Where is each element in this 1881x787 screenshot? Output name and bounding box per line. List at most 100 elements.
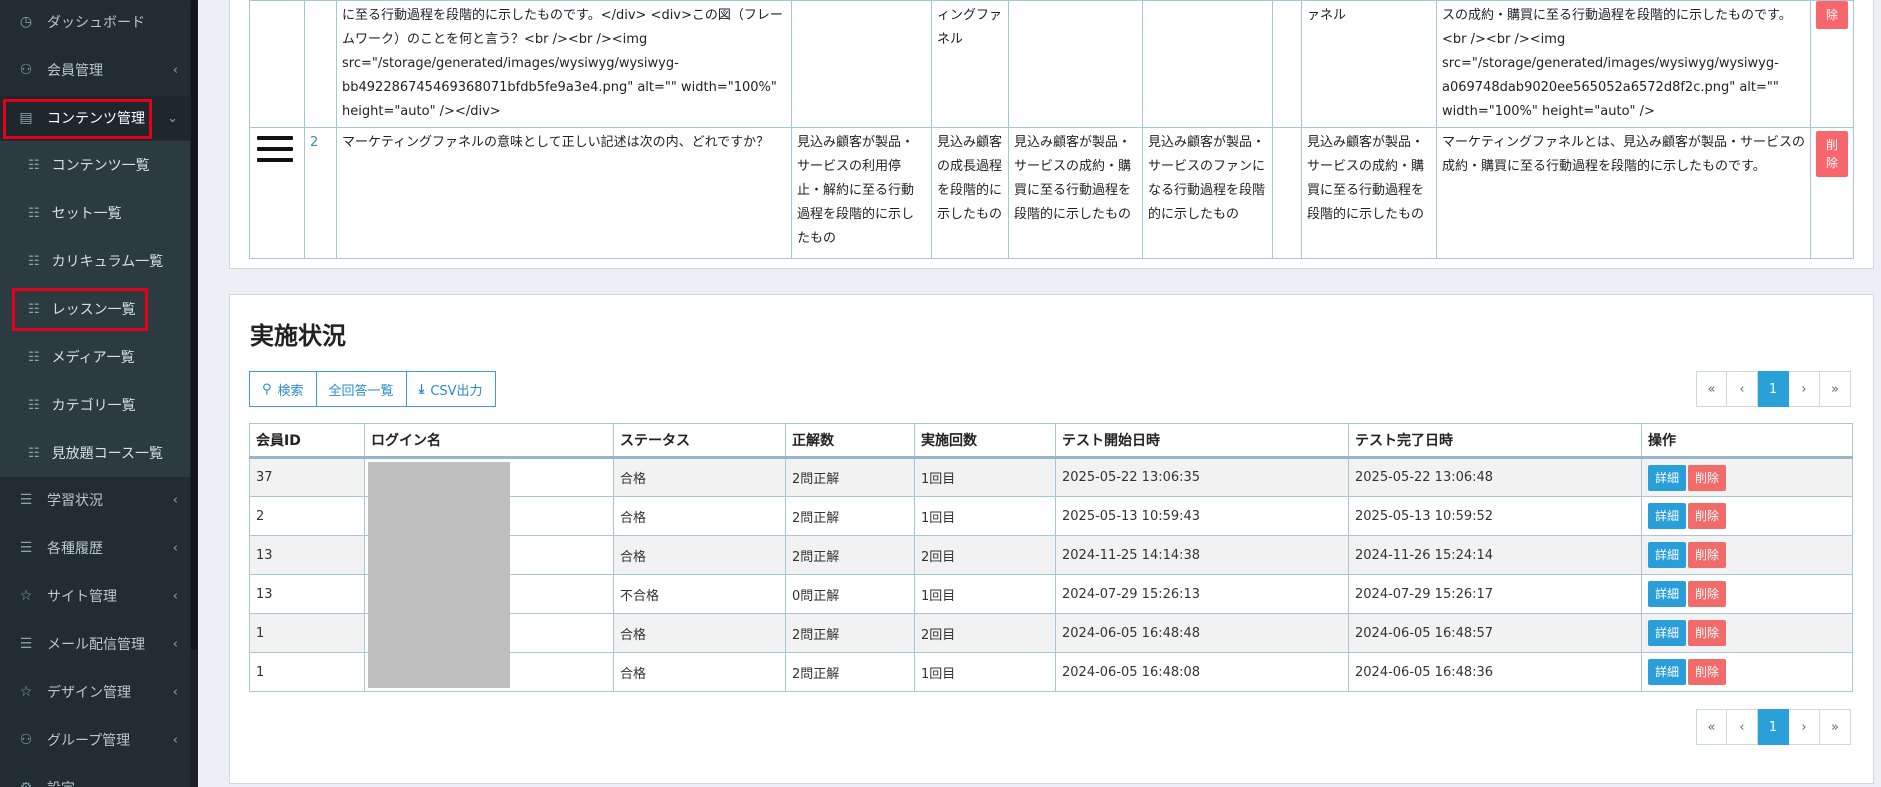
- pager-last[interactable]: »: [1820, 371, 1851, 407]
- col-member-id[interactable]: 会員ID: [249, 423, 365, 459]
- end-time-cell: 2024-06-05 16:48:57: [1348, 613, 1642, 653]
- search-button[interactable]: ⚲ 検索: [249, 371, 317, 407]
- detail-button[interactable]: 詳細: [1648, 581, 1687, 607]
- status-cell: 合格: [613, 496, 786, 536]
- sidebar-item-label: 各種履歴: [47, 541, 103, 557]
- sidebar-subitem[interactable]: ☷ コンテンツ一覧: [0, 141, 190, 189]
- correct-cell: 2問正解: [785, 496, 915, 536]
- chevron-icon: ‹: [172, 684, 178, 700]
- redacted-login-names: [368, 462, 510, 688]
- chevron-icon: ‹: [172, 62, 178, 78]
- sidebar-item[interactable]: ☰ 各種履歴 ‹: [0, 526, 190, 570]
- end-time-cell: 2025-05-13 10:59:52: [1348, 496, 1642, 536]
- sidebar-item-label: グループ管理: [47, 733, 131, 749]
- choice-cell: 見込み顧客の成長過程を段階的に示したもの: [931, 127, 1009, 259]
- question-row: に至る行動過程を段階的に示したものです。</div> <div>この図（フレーム…: [249, 0, 1854, 128]
- explanation-cell: マーケティングファネルとは、見込み顧客が製品・サービスの成約・購買に至る行動過程…: [1436, 127, 1811, 259]
- drag-handle-icon[interactable]: [257, 128, 297, 162]
- ops-cell: 詳細 削除: [1641, 535, 1853, 575]
- chevron-icon: ‹: [172, 732, 178, 748]
- status-cell: 合格: [613, 535, 786, 575]
- all-answers-button[interactable]: 全回答一覧: [316, 371, 407, 407]
- pager-page[interactable]: 1: [1758, 709, 1789, 745]
- sidebar-item[interactable]: ☰ メール配信管理 ‹: [0, 622, 190, 666]
- pagination-bottom: « ‹ 1 › »: [1696, 709, 1851, 745]
- member-id-cell: 13: [249, 574, 365, 614]
- end-time-cell: 2025-05-22 13:06:48: [1348, 457, 1642, 497]
- delete-button[interactable]: 削除: [1688, 464, 1727, 491]
- delete-button[interactable]: 削除: [1688, 620, 1727, 646]
- sidebar-subitem[interactable]: ☷ カテゴリ一覧: [0, 381, 190, 429]
- sidebar-item-label: ダッシュボード: [47, 15, 145, 31]
- start-time-cell: 2025-05-13 10:59:43: [1055, 496, 1349, 536]
- attempts-cell: 1回目: [914, 496, 1056, 536]
- sidebar-item[interactable]: ◷ ダッシュボード: [0, 0, 190, 44]
- question-number-link[interactable]: 2: [310, 135, 318, 150]
- pager-next[interactable]: ›: [1789, 709, 1820, 745]
- status-cell: 合格: [613, 613, 786, 653]
- status-cell: 不合格: [613, 574, 786, 614]
- dashboard-icon: ◷: [19, 14, 33, 30]
- sidebar-item[interactable]: ⚇ 会員管理 ‹: [0, 48, 190, 92]
- delete-button[interactable]: 削除: [1688, 581, 1727, 607]
- sidebar-item[interactable]: ⚇ グループ管理 ‹: [0, 718, 190, 762]
- end-time-cell: 2024-07-29 15:26:17: [1348, 574, 1642, 614]
- sidebar-subitem[interactable]: ☷ セット一覧: [0, 189, 190, 237]
- question-text: マーケティングファネルの意味として正しい記述は次の内、どれですか？: [336, 127, 792, 259]
- list-icon: ☰: [19, 636, 33, 652]
- sidebar-subitem[interactable]: ☷ メディア一覧: [0, 333, 190, 381]
- delete-button[interactable]: 削除: [1688, 503, 1727, 529]
- list-icon: ☷: [28, 397, 40, 413]
- delete-button[interactable]: 削除: [1688, 659, 1727, 685]
- chevron-icon: ‹: [172, 492, 178, 508]
- delete-button[interactable]: 削除: [1816, 131, 1848, 177]
- pager-last[interactable]: »: [1820, 709, 1851, 745]
- pager-page[interactable]: 1: [1758, 371, 1789, 407]
- sidebar-scroll-thumb[interactable]: [191, 0, 197, 650]
- users-icon: ⚇: [19, 62, 33, 78]
- sidebar-item[interactable]: ☆ サイト管理 ‹: [0, 574, 190, 618]
- member-id-cell: 1: [249, 652, 365, 692]
- sidebar-subitem[interactable]: ☷ 見放題コース一覧: [0, 429, 190, 477]
- csv-export-button[interactable]: ⤓ CSV出力: [406, 371, 496, 407]
- attempts-cell: 2回目: [914, 535, 1056, 575]
- ops-cell: 詳細 削除: [1641, 574, 1853, 614]
- detail-button[interactable]: 詳細: [1648, 542, 1687, 568]
- sidebar-item[interactable]: ☆ デザイン管理 ‹: [0, 670, 190, 714]
- correct-cell: 2問正解: [785, 457, 915, 497]
- sidebar-item[interactable]: ⚙ 設定: [0, 766, 190, 787]
- questions-table: に至る行動過程を段階的に示したものです。</div> <div>この図（フレーム…: [249, 0, 1854, 259]
- col-status[interactable]: ステータス: [613, 423, 786, 459]
- pager-prev[interactable]: ‹: [1727, 371, 1758, 407]
- star-icon: ☆: [19, 684, 33, 700]
- explanation-cell: スの成約・購買に至る行動過程を段階的に示したものです。<br /><br /><…: [1436, 0, 1811, 128]
- pager-first[interactable]: «: [1696, 709, 1727, 745]
- pager-next[interactable]: ›: [1789, 371, 1820, 407]
- sidebar-item-label: 会員管理: [47, 63, 103, 79]
- detail-button[interactable]: 詳細: [1648, 464, 1687, 491]
- delete-button[interactable]: 削除: [1688, 542, 1727, 568]
- sidebar-subitem-label: カテゴリ一覧: [51, 398, 136, 414]
- col-attempts[interactable]: 実施回数: [914, 423, 1056, 459]
- detail-button[interactable]: 詳細: [1648, 659, 1687, 685]
- delete-button[interactable]: 除: [1816, 1, 1848, 29]
- col-login[interactable]: ログイン名: [364, 423, 614, 459]
- list-icon: ☷: [28, 157, 40, 173]
- col-end[interactable]: テスト完了日時: [1348, 423, 1642, 459]
- status-cell: 合格: [613, 652, 786, 692]
- attempts-cell: 2回目: [914, 613, 1056, 653]
- question-text: に至る行動過程を段階的に示したものです。</div> <div>この図（フレーム…: [336, 0, 792, 128]
- ops-cell: 詳細 削除: [1641, 652, 1853, 692]
- ops-cell: 詳細 削除: [1641, 496, 1853, 536]
- pager-first[interactable]: «: [1696, 371, 1727, 407]
- attempts-cell: 1回目: [914, 652, 1056, 692]
- sidebar-subitem[interactable]: ☷ カリキュラム一覧: [0, 237, 190, 285]
- list-icon: ☰: [19, 540, 33, 556]
- member-id-cell: 37: [249, 457, 365, 497]
- col-start[interactable]: テスト開始日時: [1055, 423, 1349, 459]
- col-correct[interactable]: 正解数: [785, 423, 915, 459]
- sidebar-item[interactable]: ☰ 学習状況 ‹: [0, 478, 190, 522]
- pager-prev[interactable]: ‹: [1727, 709, 1758, 745]
- detail-button[interactable]: 詳細: [1648, 620, 1687, 646]
- detail-button[interactable]: 詳細: [1648, 503, 1687, 529]
